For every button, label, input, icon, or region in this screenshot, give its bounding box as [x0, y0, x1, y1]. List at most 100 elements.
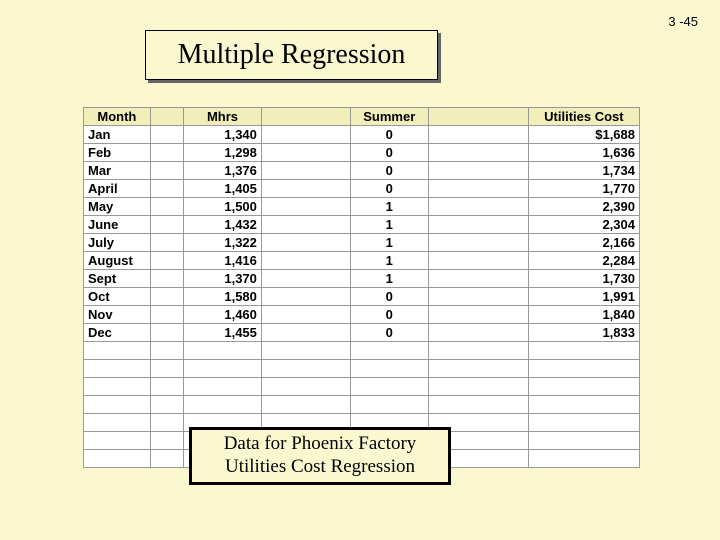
cell-month: Nov [84, 306, 151, 324]
cell-summer: 1 [350, 270, 428, 288]
cell-summer: 0 [350, 306, 428, 324]
cell-spacer [428, 288, 528, 306]
cell-spacer [261, 234, 350, 252]
cell-spacer [150, 324, 183, 342]
cell-spacer [150, 216, 183, 234]
table-row: Dec1,45501,833 [84, 324, 640, 342]
caption-text: Data for Phoenix Factory Utilities Cost … [192, 433, 448, 479]
cell-spacer [428, 162, 528, 180]
col-mhrs: Mhrs [184, 108, 262, 126]
cell-spacer [150, 234, 183, 252]
cell-spacer [428, 198, 528, 216]
cell-spacer [150, 270, 183, 288]
cell-mhrs: 1,460 [184, 306, 262, 324]
table-row: May 1,500 1 2,390 [84, 198, 640, 216]
cell-spacer [150, 144, 183, 162]
cell-mhrs: 1,322 [184, 234, 262, 252]
table-row-empty [84, 396, 640, 414]
cell-cost: 1,730 [528, 270, 639, 288]
table-row: Oct 1,580 0 1,991 [84, 288, 640, 306]
cell-spacer [428, 324, 528, 342]
cell-mhrs: 1,370 [184, 270, 262, 288]
table-row-empty [84, 342, 640, 360]
cell-spacer [150, 180, 183, 198]
table-row: Mar 1,376 0 1,734 [84, 162, 640, 180]
table-header-row: Month Mhrs Summer Utilities Cost [84, 108, 640, 126]
cell-summer: 0 [350, 144, 428, 162]
cell-summer: 0 [350, 126, 428, 144]
cell-spacer [150, 288, 183, 306]
table-row: Nov 1,460 0 1,840 [84, 306, 640, 324]
cell-spacer [261, 288, 350, 306]
cell-spacer [261, 216, 350, 234]
cell-cost: 1,636 [528, 144, 639, 162]
cell-month: Dec [84, 324, 151, 342]
cell-month: July [84, 234, 151, 252]
table-row-empty [84, 378, 640, 396]
cell-mhrs: 1,580 [184, 288, 262, 306]
cell-mhrs: 1,298 [184, 144, 262, 162]
cell-month: Jan [84, 126, 151, 144]
title-box: Multiple Regression [145, 30, 438, 80]
table-row: August1,41612,284 [84, 252, 640, 270]
table-row-empty [84, 360, 640, 378]
cell-spacer [261, 198, 350, 216]
cell-month: August [84, 252, 151, 270]
col-month: Month [84, 108, 151, 126]
cell-spacer [261, 270, 350, 288]
cell-summer: 0 [350, 324, 428, 342]
cell-mhrs: 1,376 [184, 162, 262, 180]
cell-cost: 1,991 [528, 288, 639, 306]
cell-cost: $1,688 [528, 126, 639, 144]
cell-cost: 1,840 [528, 306, 639, 324]
cell-summer: 1 [350, 198, 428, 216]
cell-spacer [261, 162, 350, 180]
cell-month: Mar [84, 162, 151, 180]
cell-spacer [261, 126, 350, 144]
cell-spacer [428, 180, 528, 198]
table-row: June1,43212,304 [84, 216, 640, 234]
caption-box: Data for Phoenix Factory Utilities Cost … [189, 427, 451, 485]
table-row: April1,40501,770 [84, 180, 640, 198]
cell-month: May [84, 198, 151, 216]
cell-cost: 1,833 [528, 324, 639, 342]
cell-spacer [428, 306, 528, 324]
cell-spacer [261, 252, 350, 270]
cell-spacer [150, 306, 183, 324]
cell-mhrs: 1,432 [184, 216, 262, 234]
col-spacer [261, 108, 350, 126]
cell-cost: 2,304 [528, 216, 639, 234]
col-spacer [150, 108, 183, 126]
cell-summer: 1 [350, 252, 428, 270]
cell-month: Oct [84, 288, 151, 306]
cell-cost: 1,770 [528, 180, 639, 198]
table-row: Sept1,37011,730 [84, 270, 640, 288]
cell-summer: 0 [350, 162, 428, 180]
cell-spacer [150, 126, 183, 144]
cell-spacer [428, 270, 528, 288]
table-row: Feb1,29801,636 [84, 144, 640, 162]
cell-spacer [428, 252, 528, 270]
cell-spacer [150, 162, 183, 180]
data-table-wrap: Month Mhrs Summer Utilities Cost Jan1,34… [83, 107, 640, 468]
cell-spacer [428, 234, 528, 252]
cell-spacer [428, 144, 528, 162]
cell-mhrs: 1,405 [184, 180, 262, 198]
cell-mhrs: 1,500 [184, 198, 262, 216]
cell-spacer [428, 126, 528, 144]
data-table: Month Mhrs Summer Utilities Cost Jan1,34… [83, 107, 640, 468]
cell-spacer [261, 144, 350, 162]
table-row: July1,32212,166 [84, 234, 640, 252]
cell-month: June [84, 216, 151, 234]
table-body: Jan1,3400$1,688 Feb1,29801,636 Mar1,3760… [84, 126, 640, 468]
col-summer: Summer [350, 108, 428, 126]
cell-cost: 1,734 [528, 162, 639, 180]
cell-spacer [150, 252, 183, 270]
cell-spacer [261, 180, 350, 198]
col-cost: Utilities Cost [528, 108, 639, 126]
cell-spacer [261, 324, 350, 342]
cell-mhrs: 1,416 [184, 252, 262, 270]
cell-cost: 2,390 [528, 198, 639, 216]
cell-summer: 0 [350, 288, 428, 306]
cell-summer: 0 [350, 180, 428, 198]
